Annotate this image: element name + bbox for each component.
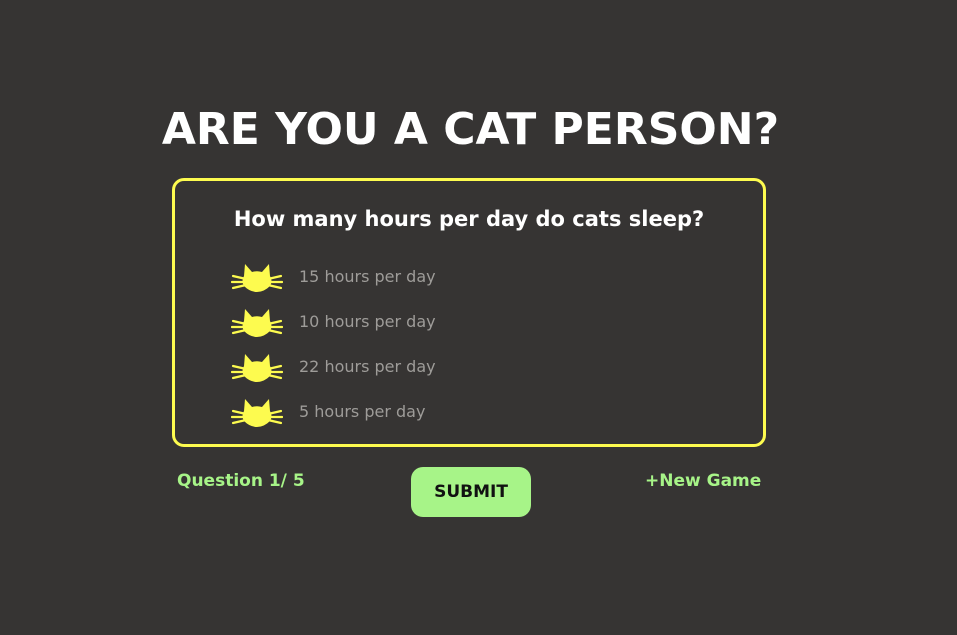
answer-option-label: 10 hours per day xyxy=(299,312,436,331)
question-progress: Question 1/ 5 xyxy=(177,471,305,491)
cat-face-icon xyxy=(231,305,283,339)
cat-face-icon xyxy=(231,395,283,429)
answer-option-label: 22 hours per day xyxy=(299,357,436,376)
answer-option-2[interactable]: 10 hours per day xyxy=(231,304,436,340)
cat-face-icon xyxy=(231,260,283,294)
quiz-card: How many hours per day do cats sleep? 15… xyxy=(172,178,766,447)
page-title: ARE YOU A CAT PERSON? xyxy=(161,104,780,155)
answer-option-1[interactable]: 15 hours per day xyxy=(231,259,436,295)
answer-option-4[interactable]: 5 hours per day xyxy=(231,394,425,430)
question-text: How many hours per day do cats sleep? xyxy=(233,207,705,231)
cat-face-icon xyxy=(231,350,283,384)
new-game-link[interactable]: +New Game xyxy=(645,469,761,493)
submit-button[interactable]: SUBMIT xyxy=(411,467,531,517)
answer-option-label: 15 hours per day xyxy=(299,267,436,286)
answer-option-label: 5 hours per day xyxy=(299,402,426,421)
answer-option-3[interactable]: 22 hours per day xyxy=(231,349,436,385)
